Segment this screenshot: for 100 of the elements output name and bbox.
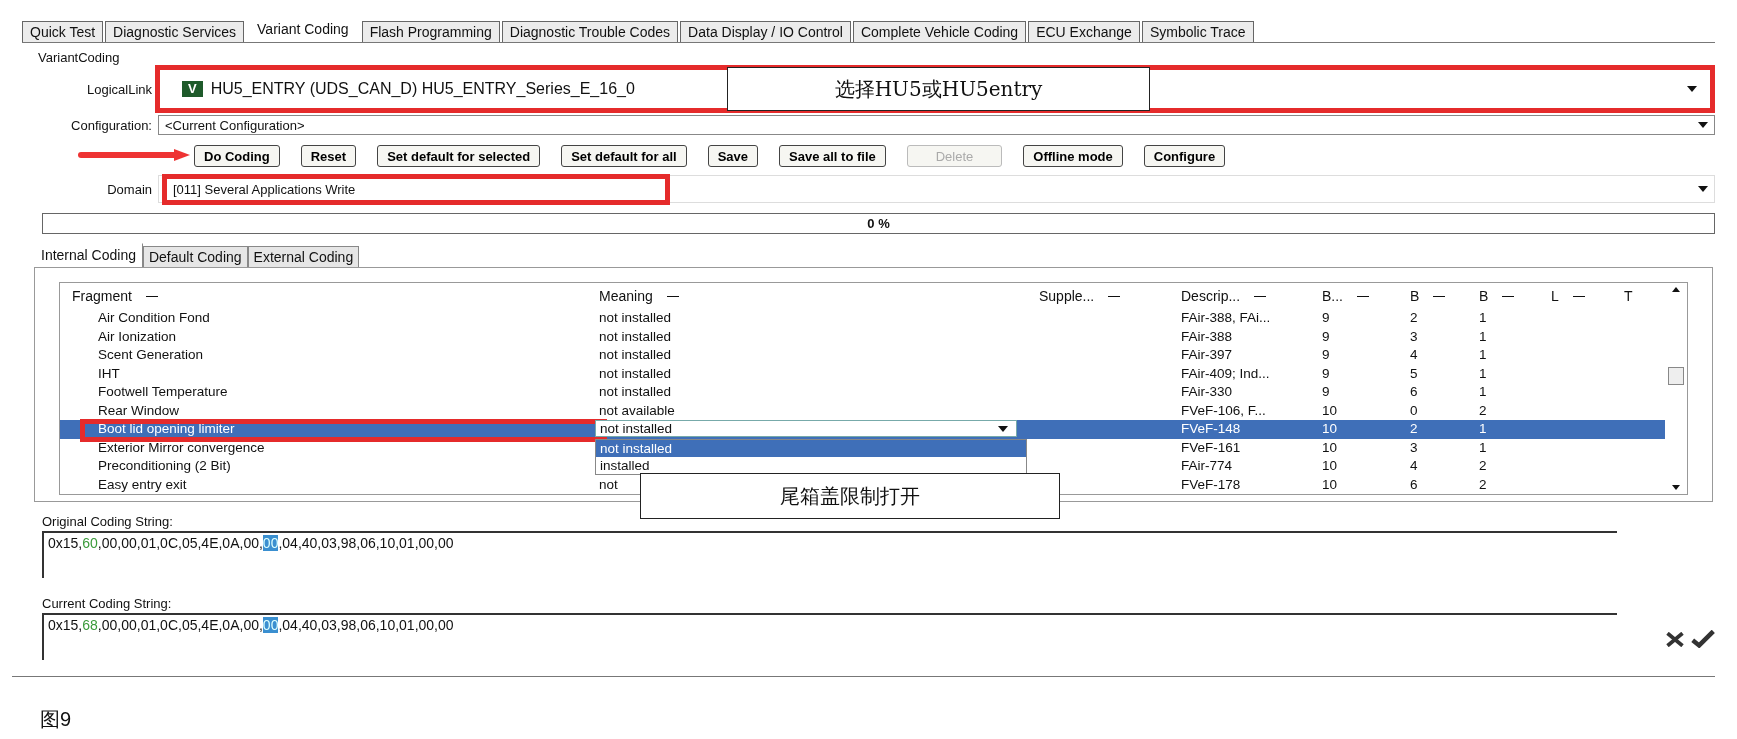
annotation-tooltip: 尾箱盖限制打开 — [640, 473, 1060, 519]
coding-string-field[interactable]: 0x15,60,00,00,01,0C,05,4E,0A,00,00,04,40,03,98,06,10,01,00,00 — [42, 531, 1617, 578]
table-cell: 9 — [1322, 310, 1330, 325]
column-header[interactable]: Supple... — [1039, 288, 1095, 304]
column-header[interactable]: L — [1551, 288, 1559, 304]
tab[interactable]: ECU Exchange — [1028, 21, 1140, 42]
table-cell: FVeF-106, F... — [1181, 402, 1266, 418]
tab[interactable]: Diagnostic Services — [105, 21, 245, 42]
table-cell: 10 — [1322, 476, 1338, 492]
toolbar-button[interactable]: Set default for selected — [377, 145, 541, 167]
tab[interactable]: Data Display / IO Control — [680, 21, 851, 42]
column-header[interactable]: B — [1479, 288, 1489, 304]
table-cell: 4 — [1410, 347, 1418, 362]
table-cell[interactable]: Boot lid opening limiter — [98, 421, 235, 436]
toolbar-button[interactable]: Reset — [300, 145, 357, 167]
table-cell: 9 — [1322, 347, 1330, 362]
tab[interactable]: External Coding — [247, 246, 360, 267]
table-cell[interactable]: Easy entry exit — [98, 476, 187, 492]
dropdown-option[interactable]: not installed — [596, 440, 1026, 457]
column-header[interactable]: Fragment — [72, 288, 132, 304]
table-cell-text: not installed — [598, 328, 672, 344]
dropdown-option[interactable]: installed — [596, 457, 1026, 474]
tab[interactable]: Default Coding — [142, 246, 248, 267]
table-cell[interactable]: Exterior Mirror convergence — [98, 439, 265, 455]
table-cell-text: not installed — [598, 347, 672, 362]
toolbar-button[interactable]: Save — [707, 145, 759, 167]
tab[interactable]: Complete Vehicle Coding — [852, 21, 1027, 42]
table-cell: 3 — [1410, 439, 1418, 455]
table-cell-text: not available — [598, 402, 675, 418]
table-cell: 2 — [1479, 476, 1487, 492]
table-cell: FVeF-148 — [1181, 421, 1241, 436]
table-cell[interactable]: Scent Generation — [98, 347, 204, 362]
table-cell: 1 — [1479, 365, 1487, 381]
table-cell: 1 — [1479, 328, 1487, 344]
column-header[interactable]: T — [1624, 288, 1633, 304]
table-cell-text: not installed — [598, 310, 672, 325]
caret-icon[interactable] — [1687, 86, 1697, 92]
field-label: Configuration: — [70, 117, 153, 133]
table-cell: FVeF-161 — [1181, 439, 1241, 455]
table-cell: 10 — [1322, 421, 1338, 436]
variant-badge: V — [182, 81, 203, 97]
table-cell: FAir-388, FAi... — [1181, 310, 1271, 325]
table-cell: 1 — [1479, 421, 1487, 436]
scroll-up-icon[interactable] — [1672, 287, 1680, 292]
group-title: VariantCoding — [38, 51, 120, 65]
table-cell: 2 — [1479, 458, 1487, 473]
table-cell: 9 — [1322, 384, 1330, 399]
table-cell: FAir-397 — [1181, 347, 1233, 362]
field-label: LogicalLink — [85, 81, 153, 97]
table-cell: 0 — [1410, 402, 1418, 418]
meaning-dropdown[interactable]: not installed — [595, 420, 1017, 437]
configuration-dropdown[interactable]: <Current Configuration> — [158, 115, 1715, 135]
field-label: Original Coding String: — [42, 514, 173, 529]
check-icon[interactable] — [1691, 630, 1715, 648]
field-label: Domain — [106, 181, 153, 197]
table-cell: 3 — [1410, 328, 1418, 344]
table-cell-text: not installed — [598, 365, 672, 381]
table-cell: 6 — [1410, 384, 1418, 399]
toolbar-button[interactable]: Offline mode — [1023, 145, 1123, 167]
column-header[interactable]: Meaning — [599, 288, 653, 304]
table-cell: 9 — [1322, 365, 1330, 381]
caret-icon — [998, 425, 1008, 432]
table-cell[interactable]: Air Ionization — [98, 328, 177, 344]
table-cell: FVeF-178 — [1181, 476, 1241, 492]
toolbar-button[interactable]: Configure — [1143, 145, 1226, 167]
table-cell: 2 — [1410, 421, 1418, 436]
table-cell: FAir-330 — [1181, 384, 1233, 399]
table-cell[interactable]: Rear Window — [98, 402, 180, 418]
caret-icon — [1698, 122, 1708, 128]
column-header[interactable]: B... — [1322, 288, 1343, 304]
table-cell: 9 — [1322, 328, 1330, 344]
toolbar-button[interactable]: Do Coding — [194, 145, 280, 167]
table-cell: FAir-409; Ind... — [1181, 365, 1270, 381]
table-cell[interactable]: IHT — [98, 365, 120, 381]
toolbar-button[interactable]: Save all to file — [779, 145, 886, 167]
tab[interactable]: Diagnostic Trouble Codes — [501, 21, 679, 42]
table-cell-text: not installed — [598, 384, 672, 399]
column-header[interactable]: B — [1410, 288, 1420, 304]
table-cell: 1 — [1479, 439, 1487, 455]
scrollbar-thumb[interactable] — [1668, 367, 1684, 385]
close-icon[interactable] — [1665, 631, 1685, 647]
tab[interactable]: Quick Test — [22, 21, 104, 42]
table-cell: 2 — [1410, 310, 1418, 325]
annotation-tooltip: 选择HU5或HU5entry — [727, 67, 1150, 111]
scroll-down-icon[interactable] — [1672, 485, 1680, 490]
table-cell: 1 — [1479, 347, 1487, 362]
table-cell[interactable]: Footwell Temperature — [98, 384, 228, 399]
table-cell: FAir-388 — [1181, 328, 1233, 344]
tab[interactable]: Flash Programming — [361, 21, 500, 42]
table-cell: 10 — [1322, 439, 1338, 455]
column-header[interactable]: Descrip... — [1181, 288, 1241, 304]
domain-dropdown[interactable]: [011] Several Applications Write — [158, 175, 1715, 203]
tab[interactable]: Symbolic Trace — [1141, 21, 1254, 42]
figure-caption: 图9 — [40, 707, 72, 732]
progress-reading: 0 % — [867, 216, 890, 231]
table-cell[interactable]: Air Condition Fond — [98, 310, 210, 325]
table-cell[interactable]: Preconditioning (2 Bit) — [98, 458, 231, 473]
toolbar-button[interactable]: Set default for all — [561, 145, 687, 167]
table-cell: 10 — [1322, 458, 1338, 473]
coding-string-field[interactable]: 0x15,68,00,00,01,0C,05,4E,0A,00,00,04,40,03,98,06,10,01,00,00 — [42, 613, 1617, 660]
